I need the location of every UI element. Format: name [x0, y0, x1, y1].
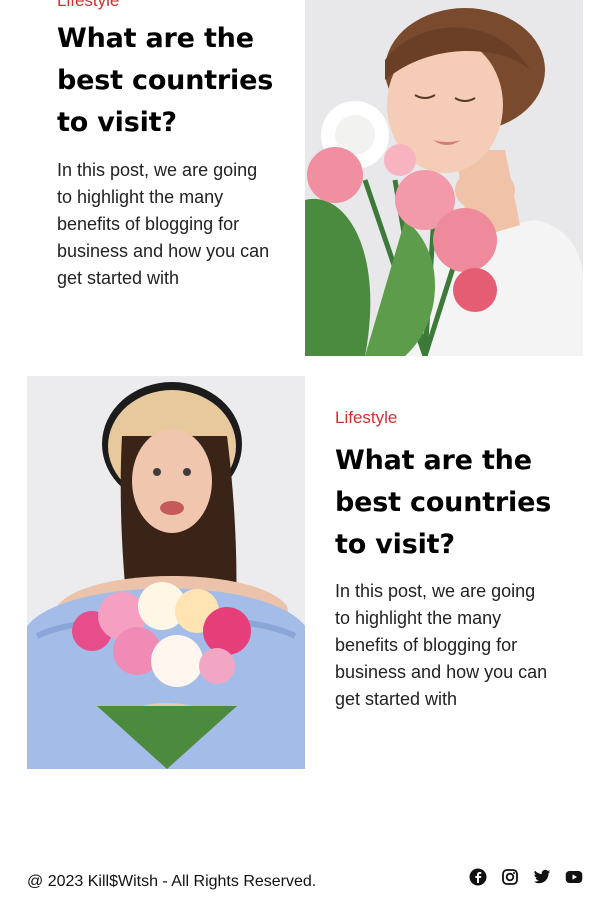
facebook-icon[interactable]: [469, 868, 487, 886]
post-image[interactable]: [305, 0, 583, 356]
post-title[interactable]: What are the best countries to visit?: [57, 18, 287, 144]
post-excerpt: In this post, we are going to highlight …: [57, 160, 270, 288]
woman-in-hat-illustration: [27, 376, 305, 769]
post-image[interactable]: [27, 376, 305, 769]
twitter-icon[interactable]: [533, 868, 551, 886]
woman-with-flowers-illustration: [305, 0, 583, 356]
footer: @ 2023 Kill$Witsh - All Rights Reserved.: [0, 860, 603, 900]
copyright-text: @ 2023 Kill$Witsh - All Rights Reserved.: [27, 873, 317, 890]
post-excerpt: In this post, we are going to highlight …: [335, 581, 548, 709]
post-category[interactable]: Lifestyle: [57, 0, 119, 9]
instagram-icon[interactable]: [501, 868, 519, 886]
youtube-icon[interactable]: [565, 868, 583, 886]
post-title[interactable]: What are the best countries to visit?: [335, 440, 565, 566]
post-category[interactable]: Lifestyle: [335, 409, 397, 426]
social-links: [469, 868, 583, 886]
